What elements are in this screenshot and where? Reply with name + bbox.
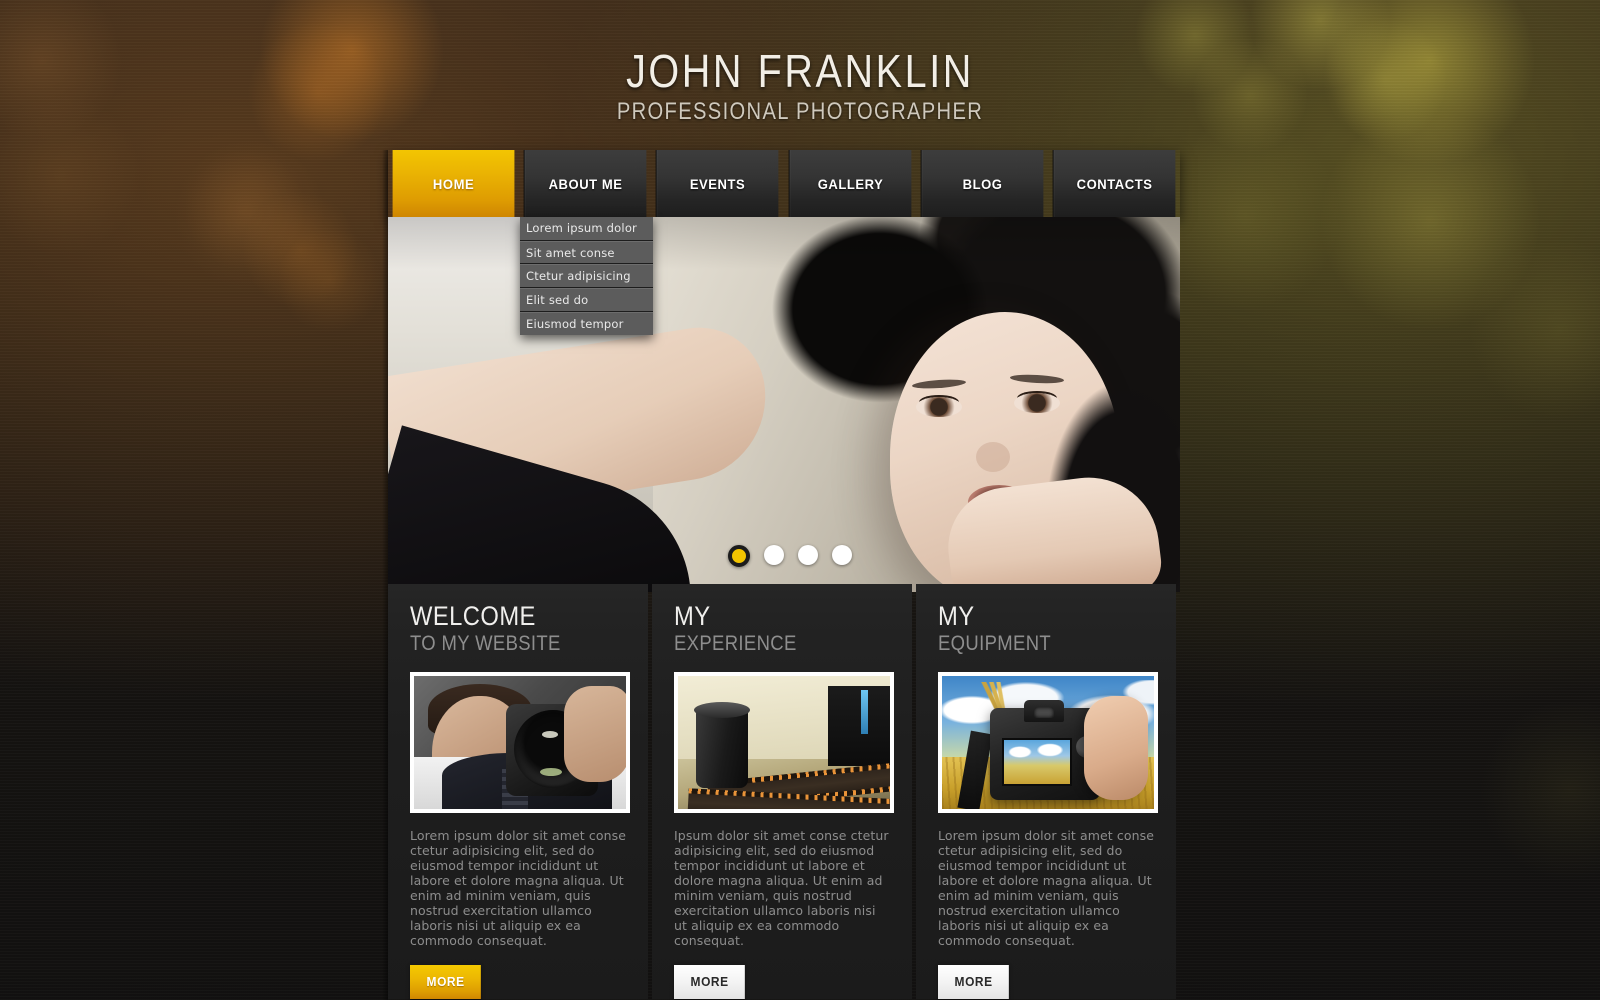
dropdown-item-4[interactable]: Elit sed do (520, 288, 653, 312)
column-experience: MY EXPERIENCE Ipsum dolor sit amet conse… (652, 584, 912, 999)
nav-item-events[interactable]: EVENTS (655, 150, 779, 217)
nav-item-contacts[interactable]: CONTACTS (1052, 150, 1176, 217)
nav-label: EVENTS (690, 175, 746, 192)
dropdown-item-2[interactable]: Sit amet conse (520, 240, 653, 265)
column-heading: WELCOME (410, 601, 536, 631)
column-subheading: EQUIPMENT (938, 632, 1052, 656)
film-canister (696, 708, 748, 789)
film-strip-dark (828, 686, 890, 767)
dslr-viewfinder-glass (1034, 707, 1054, 719)
content-columns: WELCOME TO MY WEBSITE Lorem ipsum dolor … (388, 584, 1176, 999)
slider-dot-1[interactable] (728, 545, 750, 567)
slider-dot-2[interactable] (764, 545, 784, 565)
film-image[interactable] (674, 672, 894, 814)
nav-item-home[interactable]: HOME (392, 150, 515, 217)
photographer-hand (564, 686, 626, 783)
nav-label: HOME (432, 175, 475, 192)
model-eye-left (916, 397, 962, 417)
slider-dot-3[interactable] (798, 545, 818, 565)
slider-dot-4[interactable] (832, 545, 852, 565)
hero-slider[interactable] (388, 217, 1180, 592)
site-logo[interactable]: JOHN FRANKLIN PROFESSIONAL PHOTOGRAPHER (0, 48, 1600, 124)
nav-label: BLOG (962, 175, 1003, 192)
column-text: Lorem ipsum dolor sit amet conse ctetur … (938, 828, 1155, 948)
logo-tagline: PROFESSIONAL PHOTOGRAPHER (616, 98, 984, 125)
film-strip-highlight (861, 690, 868, 735)
nav-label: GALLERY (817, 175, 883, 192)
more-button-experience[interactable]: MORE (674, 964, 746, 999)
nav-item-about-me[interactable]: ABOUT ME (523, 150, 647, 217)
model-nose (976, 442, 1010, 472)
equipment-image[interactable] (938, 672, 1158, 814)
column-subheading: TO MY WEBSITE (410, 632, 561, 656)
more-button-equipment[interactable]: MORE (938, 964, 1010, 999)
dropdown-menu-about-me: Lorem ipsum dolor Sit amet conse Ctetur … (520, 217, 653, 336)
column-welcome: WELCOME TO MY WEBSITE Lorem ipsum dolor … (388, 584, 648, 999)
slider-pagination (728, 545, 852, 567)
column-heading: MY (938, 601, 975, 631)
column-text: Ipsum dolor sit amet conse ctetur adipis… (674, 828, 889, 948)
photographer-image[interactable] (410, 672, 630, 814)
holding-hand (1084, 696, 1148, 801)
logo-title: JOHN FRANKLIN (626, 45, 974, 97)
main-navigation: HOME ABOUT ME EVENTS GALLERY BLOG CONTAC… (388, 150, 1180, 336)
site-container: HOME ABOUT ME EVENTS GALLERY BLOG CONTAC… (382, 150, 1180, 1000)
dslr-lcd-preview (1006, 742, 1068, 761)
dropdown-item-1[interactable]: Lorem ipsum dolor (520, 217, 653, 241)
column-equipment: MY EQUIPMENT Lorem ipsum dolor sit amet … (916, 584, 1176, 999)
column-text: Lorem ipsum dolor sit amet conse ctetur … (410, 828, 627, 948)
nav-label: CONTACTS (1076, 175, 1153, 192)
page-background: JOHN FRANKLIN PROFESSIONAL PHOTOGRAPHER … (0, 0, 1600, 1000)
column-heading: MY (674, 601, 711, 631)
dropdown-item-5[interactable]: Eiusmod tempor (520, 311, 653, 336)
nav-label: ABOUT ME (548, 175, 623, 192)
dropdown-item-3[interactable]: Ctetur adipisicing (520, 264, 653, 289)
more-button-welcome[interactable]: MORE (410, 964, 482, 999)
column-subheading: EXPERIENCE (674, 632, 797, 656)
nav-item-blog[interactable]: BLOG (920, 150, 1044, 217)
nav-item-gallery[interactable]: GALLERY (788, 150, 912, 217)
